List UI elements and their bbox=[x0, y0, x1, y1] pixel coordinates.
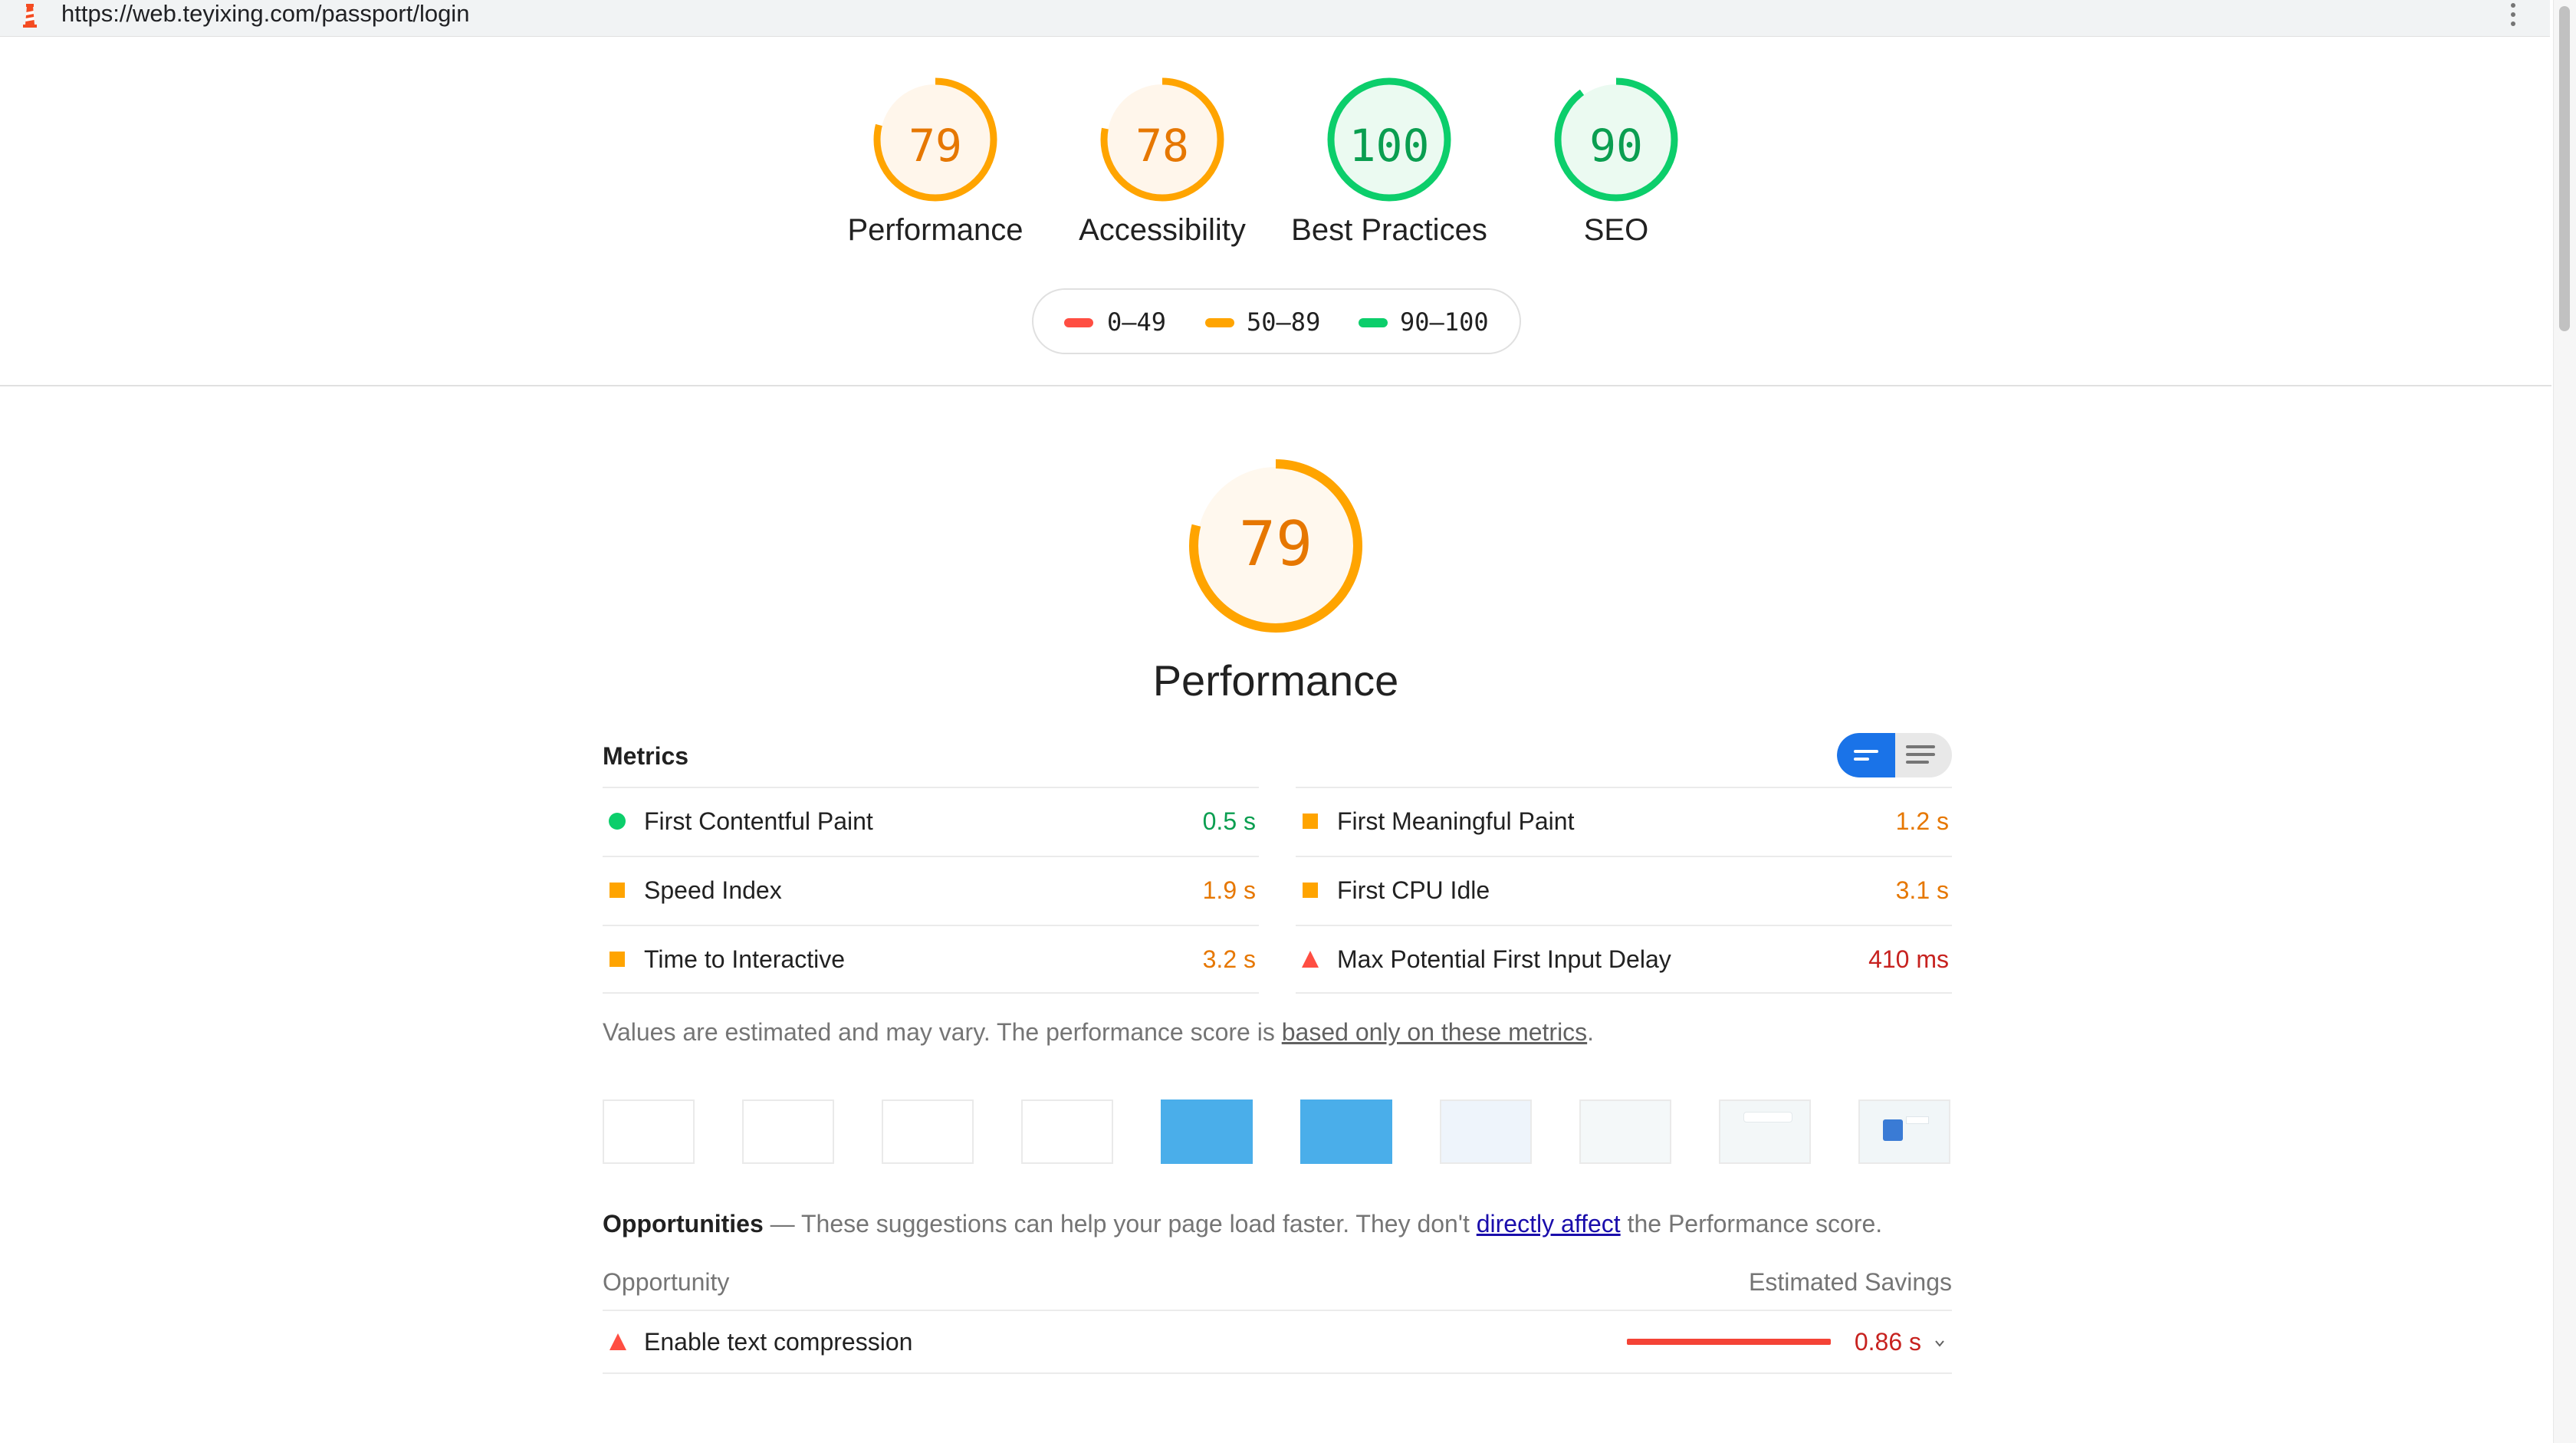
metric-label: First Meaningful Paint bbox=[1337, 807, 1575, 835]
metrics-view-toggle[interactable] bbox=[1837, 733, 1952, 777]
metrics-note-link[interactable]: based only on these metrics bbox=[1282, 1018, 1587, 1046]
legend-pass-label: 90–100 bbox=[1400, 307, 1489, 337]
category-score: 100 bbox=[1349, 120, 1430, 172]
estimated-savings-column-header: Estimated Savings bbox=[1748, 1268, 1952, 1296]
savings-bar bbox=[1627, 1339, 1831, 1345]
filmstrip-frame bbox=[1579, 1100, 1671, 1164]
toggle-compact-view-button[interactable] bbox=[1837, 733, 1895, 777]
filmstrip-frame bbox=[603, 1100, 695, 1164]
opportunities-header: Opportunities — These suggestions can he… bbox=[603, 1210, 1883, 1238]
metric-value: 3.2 s bbox=[1202, 945, 1256, 973]
lighthouse-icon bbox=[23, 4, 37, 28]
category-label: Best Practices bbox=[1291, 213, 1487, 247]
metric-label: Time to Interactive bbox=[644, 945, 846, 973]
metrics-header: Metrics bbox=[603, 742, 689, 770]
opportunity-savings-value: 0.86 s bbox=[1854, 1328, 1921, 1356]
performance-score: 79 bbox=[1238, 508, 1313, 580]
metric-speed-index: Speed Index 1.9 s bbox=[603, 856, 1259, 925]
metric-first-contentful-paint: First Contentful Paint 0.5 s bbox=[603, 787, 1259, 856]
circle-pass-icon bbox=[609, 813, 626, 830]
legend-pass-swatch bbox=[1359, 318, 1388, 327]
opportunity-label: Enable text compression bbox=[644, 1328, 913, 1356]
legend-fail-swatch bbox=[1064, 318, 1093, 327]
url-text[interactable]: https://web.teyixing.com/passport/login bbox=[61, 0, 469, 28]
metric-time-to-interactive: Time to Interactive 3.2 s bbox=[603, 925, 1259, 994]
filmstrip-frame bbox=[882, 1100, 974, 1164]
metric-value: 3.1 s bbox=[1895, 876, 1949, 904]
category-score: 79 bbox=[909, 120, 962, 172]
toggle-expanded-view-button[interactable] bbox=[1895, 733, 1952, 777]
metric-first-cpu-idle: First CPU Idle 3.1 s bbox=[1296, 856, 1952, 925]
category-label: Performance bbox=[847, 213, 1024, 247]
header-divider bbox=[0, 385, 2551, 386]
filmstrip-frame bbox=[1858, 1100, 1950, 1164]
square-average-icon bbox=[1303, 814, 1318, 829]
metric-label: Speed Index bbox=[644, 876, 782, 904]
category-gauge-seo[interactable]: 90 SEO bbox=[1501, 75, 1731, 247]
chevron-down-icon[interactable] bbox=[1934, 1337, 1946, 1349]
category-score: 78 bbox=[1135, 120, 1189, 172]
filmstrip-frame bbox=[742, 1100, 834, 1164]
directly-affect-link[interactable]: directly affect bbox=[1477, 1210, 1621, 1238]
triangle-fail-icon bbox=[1302, 951, 1319, 968]
metric-value: 1.9 s bbox=[1202, 876, 1256, 904]
filmstrip-frame bbox=[1719, 1100, 1811, 1164]
metric-first-meaningful-paint: First Meaningful Paint 1.2 s bbox=[1296, 787, 1952, 856]
metric-label: First Contentful Paint bbox=[644, 807, 873, 835]
metric-label: Max Potential First Input Delay bbox=[1337, 945, 1671, 973]
category-score: 90 bbox=[1589, 120, 1643, 172]
score-legend: 0–49 50–89 90–100 bbox=[1032, 288, 1521, 354]
square-average-icon bbox=[610, 883, 625, 898]
category-label: SEO bbox=[1583, 213, 1649, 247]
category-label: Accessibility bbox=[1079, 213, 1246, 247]
filmstrip-frame bbox=[1021, 1100, 1113, 1164]
category-gauge-accessibility[interactable]: 78 Accessibility bbox=[1047, 75, 1277, 247]
filmstrip-frame bbox=[1300, 1100, 1392, 1164]
metric-value: 0.5 s bbox=[1202, 807, 1256, 835]
address-bar: https://web.teyixing.com/passport/login bbox=[0, 0, 2550, 37]
metric-value: 410 ms bbox=[1868, 945, 1949, 973]
opportunities-title: Opportunities bbox=[603, 1210, 764, 1238]
kebab-menu-icon[interactable] bbox=[2504, 2, 2522, 28]
category-gauge-best-practices[interactable]: 100 Best Practices bbox=[1274, 75, 1504, 247]
metric-max-potential-first-input-delay: Max Potential First Input Delay 410 ms bbox=[1296, 925, 1952, 994]
square-average-icon bbox=[610, 952, 625, 967]
legend-average-swatch bbox=[1205, 318, 1234, 327]
category-gauge-performance[interactable]: 79 Performance bbox=[820, 75, 1050, 247]
metrics-note: Values are estimated and may vary. The p… bbox=[603, 1018, 1595, 1046]
scrollbar-thumb[interactable] bbox=[2559, 6, 2570, 331]
filmstrip-frame bbox=[1161, 1100, 1253, 1164]
metric-value: 1.2 s bbox=[1895, 807, 1949, 835]
legend-fail-label: 0–49 bbox=[1107, 307, 1167, 337]
performance-title: Performance bbox=[1152, 656, 1399, 705]
metric-label: First CPU Idle bbox=[1337, 876, 1490, 904]
opportunity-row-text-compression[interactable]: Enable text compression 0.86 s bbox=[603, 1310, 1952, 1374]
square-average-icon bbox=[1303, 883, 1318, 898]
filmstrip-frame bbox=[1440, 1100, 1532, 1164]
triangle-fail-icon bbox=[610, 1333, 626, 1350]
opportunity-column-header: Opportunity bbox=[603, 1268, 730, 1296]
legend-average-label: 50–89 bbox=[1247, 307, 1321, 337]
